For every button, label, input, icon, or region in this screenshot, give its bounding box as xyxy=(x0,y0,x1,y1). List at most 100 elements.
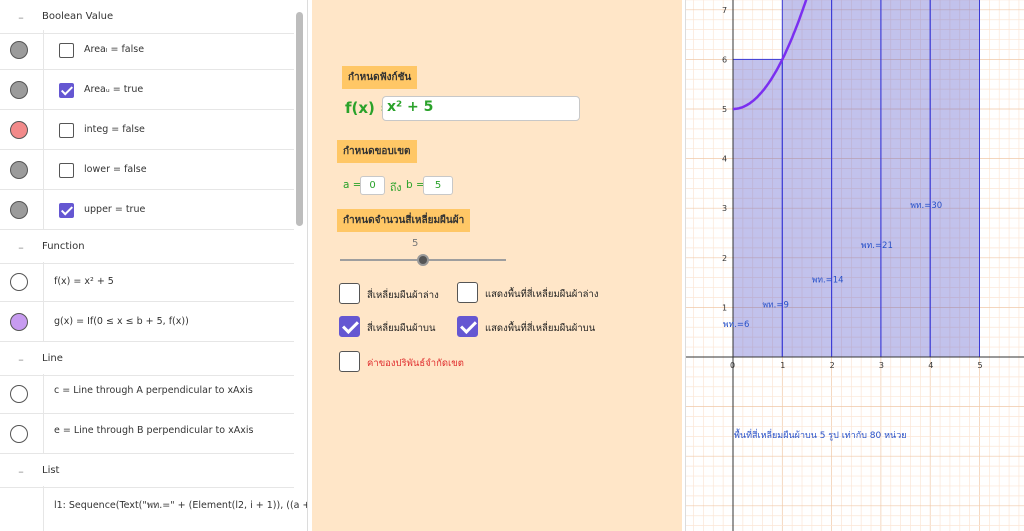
y-tick-label: 3 xyxy=(722,204,727,213)
rectangle-area-label: พท.=30 xyxy=(910,201,942,211)
algebra-row-integ[interactable]: integ = false xyxy=(0,110,294,150)
collapse-icon[interactable]: – xyxy=(16,12,26,23)
collapse-icon[interactable]: – xyxy=(16,242,26,253)
y-tick-label: 1 xyxy=(722,303,727,312)
x-tick-label: 0 xyxy=(730,361,735,370)
b-input[interactable]: 5 xyxy=(423,176,453,195)
checkbox-upper-rect[interactable] xyxy=(339,316,360,337)
rectangle-area-label: พท.=9 xyxy=(762,300,788,310)
expression: Areaₗ = false xyxy=(84,44,145,55)
group-title: Boolean Value xyxy=(42,11,114,22)
label-upper-rect: สี่เหลี่ยมผืนผ้าบน xyxy=(367,323,436,334)
label-lower-rect: สี่เหลี่ยมผืนผ้าล่าง xyxy=(367,290,439,301)
visibility-marble-icon[interactable] xyxy=(10,161,28,179)
controls-panel: กำหนดฟังก์ชัน f(x) = x² + 5 กำหนดขอบเขต … xyxy=(312,0,682,531)
graph-canvas[interactable]: 0 1 2 3 4 5 1 2 3 4 5 6 7 พท.=6 พท.=9 พท.=14 พท.=21 พท.=3… xyxy=(686,0,1024,531)
group-title: Line xyxy=(42,353,63,364)
label-upper-area: แสดงพื้นที่สี่เหลี่ยมผืนผ้าบน xyxy=(485,323,596,334)
algebra-row-e[interactable]: e = Line through B perpendicular to xAxi… xyxy=(0,414,294,454)
function-heading: กำหนดฟังก์ชัน xyxy=(342,66,418,89)
visibility-marble-icon[interactable] xyxy=(10,273,28,291)
divider xyxy=(43,414,44,453)
collapse-icon[interactable]: – xyxy=(16,354,26,365)
algebra-row-f[interactable]: f(x) = x² + 5 xyxy=(0,262,294,302)
algebra-row-g[interactable]: g(x) = If(0 ≤ x ≤ b + 5, f(x)) xyxy=(0,302,294,342)
to-label: ถึง xyxy=(390,182,402,194)
algebra-row-area-u[interactable]: Areaᵤ = true xyxy=(0,70,294,110)
expression: c = Line through A perpendicular to xAxi… xyxy=(54,385,253,396)
checkbox-integral[interactable] xyxy=(339,351,360,372)
expression: g(x) = If(0 ≤ x ≤ b + 5, f(x)) xyxy=(54,316,189,327)
x-tick-label: 1 xyxy=(780,361,785,370)
algebra-row-c[interactable]: c = Line through A perpendicular to xAxi… xyxy=(0,374,294,414)
divider xyxy=(43,110,44,149)
area-summary-text: พื้นที่สี่เหลี่ยมผืนผ้าบน 5 รูป เท่ากับ … xyxy=(734,431,907,441)
visibility-marble-icon[interactable] xyxy=(10,81,28,99)
algebra-scrollbar[interactable] xyxy=(296,12,303,226)
visibility-marble-icon[interactable] xyxy=(10,201,28,219)
divider xyxy=(43,374,44,413)
rectangle-area-label: พท.=21 xyxy=(861,241,893,251)
graphics-view[interactable]: 0 1 2 3 4 5 1 2 3 4 5 6 7 พท.=6 พท.=9 พท.=14 พท.=21 พท.=3… xyxy=(685,0,1024,531)
group-title: List xyxy=(42,465,60,476)
expression: lower = false xyxy=(84,164,147,175)
rectangle-area-label: พท.=14 xyxy=(812,276,844,286)
visibility-marble-icon[interactable] xyxy=(10,385,28,403)
label-lower-area: แสดงพื้นที่สี่เหลี่ยมผืนผ้าล่าง xyxy=(485,289,599,300)
y-tick-label: 5 xyxy=(722,105,727,114)
visibility-marble-icon[interactable] xyxy=(10,41,28,59)
checkbox-area-l[interactable] xyxy=(59,43,74,58)
upper-rectangle xyxy=(929,0,980,358)
collapse-icon[interactable]: – xyxy=(16,466,26,477)
algebra-row-l1[interactable]: l1: Sequence(Text("พท.=" + (Element(l2, … xyxy=(0,486,307,531)
expression: Areaᵤ = true xyxy=(84,84,144,95)
slider-knob[interactable] xyxy=(417,254,429,266)
visibility-marble-icon[interactable] xyxy=(10,313,28,331)
group-header-function[interactable]: – Function xyxy=(0,230,294,264)
group-header-line[interactable]: – Line xyxy=(0,342,294,376)
algebra-view: – Boolean Value Areaₗ = false Areaᵤ = tr… xyxy=(0,0,308,531)
expression: f(x) = x² + 5 xyxy=(54,276,114,287)
rect-count-heading: กำหนดจำนวนสี่เหลี่ยมผืนผ้า xyxy=(337,209,471,232)
visibility-marble-icon[interactable] xyxy=(10,425,28,443)
divider xyxy=(43,150,44,189)
group-title: Function xyxy=(42,241,85,252)
expression: upper = true xyxy=(84,204,146,215)
x-tick-label: 4 xyxy=(928,361,933,370)
function-input[interactable]: x² + 5 xyxy=(382,96,580,121)
divider xyxy=(43,30,44,69)
divider xyxy=(43,262,44,301)
divider xyxy=(43,486,44,531)
checkbox-lower-area[interactable] xyxy=(457,282,478,303)
divider xyxy=(43,190,44,229)
geogebra-app: – Boolean Value Areaₗ = false Areaᵤ = tr… xyxy=(0,0,1024,531)
a-input[interactable]: 0 xyxy=(360,176,385,195)
expression: e = Line through B perpendicular to xAxi… xyxy=(54,425,254,436)
x-tick-label: 5 xyxy=(978,361,983,370)
label-integral: ค่าของปริพันธ์จำกัดเขต xyxy=(367,358,464,369)
checkbox-lower-rect[interactable] xyxy=(339,283,360,304)
checkbox-lower[interactable] xyxy=(59,163,74,178)
checkbox-upper-area[interactable] xyxy=(457,316,478,337)
upper-rectangle xyxy=(831,0,882,358)
upper-rectangle xyxy=(880,0,931,358)
checkbox-area-u[interactable] xyxy=(59,83,74,98)
algebra-row-upper[interactable]: upper = true xyxy=(0,190,294,230)
rectangle-area-label: พท.=6 xyxy=(723,320,749,330)
checkbox-integ[interactable] xyxy=(59,123,74,138)
upper-rectangle xyxy=(732,58,783,358)
group-header-boolean[interactable]: – Boolean Value xyxy=(0,0,294,34)
divider xyxy=(43,302,44,341)
y-tick-label: 4 xyxy=(722,155,727,164)
b-label: b = xyxy=(406,179,425,191)
x-tick-label: 3 xyxy=(879,361,884,370)
group-header-list[interactable]: – List xyxy=(0,454,294,488)
algebra-row-lower[interactable]: lower = false xyxy=(0,150,294,190)
visibility-marble-icon[interactable] xyxy=(10,121,28,139)
upper-rectangle xyxy=(781,0,833,358)
checkbox-upper[interactable] xyxy=(59,203,74,218)
divider xyxy=(43,70,44,109)
bounds-heading: กำหนดขอบเขต xyxy=(337,140,417,163)
y-tick-label: 2 xyxy=(722,254,727,263)
algebra-row-area-l[interactable]: Areaₗ = false xyxy=(0,30,294,70)
